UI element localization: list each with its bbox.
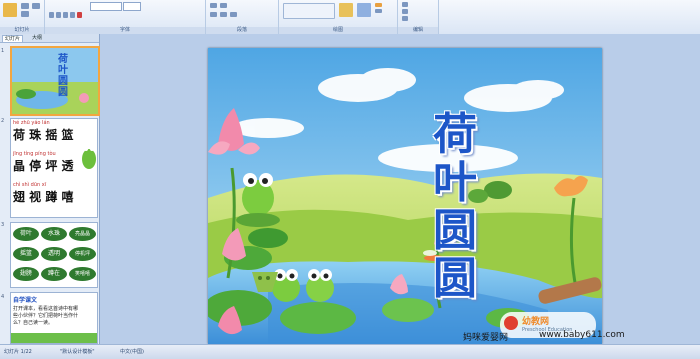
- char-row: 荷 珠 摇 篮: [13, 128, 74, 142]
- shape-outline-icon[interactable]: [375, 9, 382, 13]
- replace-icon[interactable]: [402, 9, 408, 14]
- watermark-site-name: 妈咪爱婴网: [463, 333, 509, 343]
- slides-panel: 幻灯片 大纲 1 荷叶圆圆 2 hé zhū yáo lán 荷 珠 摇 篮 j…: [0, 34, 100, 344]
- new-slide-icon[interactable]: [3, 3, 17, 17]
- slide-thumbnail-3[interactable]: 荷叶 水珠 亮晶晶 摇篮 透明 停机坪 翅膀 蹲在 笑嘻嘻: [10, 222, 98, 288]
- current-slide[interactable]: 荷 叶 圆 圆 幼教网 Preschool Education: [208, 48, 602, 344]
- delete-slide-icon[interactable]: [32, 3, 40, 9]
- tab-outline[interactable]: 大纲: [30, 35, 44, 41]
- ribbon-group-label: 幻灯片: [0, 27, 44, 34]
- leaf-word: 停机坪: [69, 247, 96, 261]
- find-icon[interactable]: [402, 2, 408, 7]
- reset-icon[interactable]: [21, 11, 29, 17]
- slide-title-char[interactable]: 荷: [430, 112, 480, 158]
- ribbon-group-slides: 幻灯片: [0, 0, 45, 34]
- char-row: 翅 视 蹲 嘻: [13, 190, 74, 204]
- ribbon-group-font: 字体: [45, 0, 206, 34]
- leaf-word: 摇篮: [13, 247, 39, 261]
- slide-number: 3: [1, 222, 5, 228]
- logo-text: 幼教网: [522, 317, 550, 327]
- thumb-4-footer: [11, 333, 97, 343]
- font-size-select[interactable]: [123, 2, 141, 11]
- bold-icon[interactable]: [49, 12, 54, 18]
- shapes-gallery[interactable]: [283, 3, 335, 19]
- slide-title-char[interactable]: 圆: [430, 208, 480, 254]
- bullets-icon[interactable]: [210, 3, 217, 8]
- status-theme: "默认设计模板": [60, 349, 95, 355]
- slide-title-char[interactable]: 圆: [430, 256, 480, 302]
- slide-thumbnail-1[interactable]: 荷叶圆圆: [10, 46, 100, 116]
- slide-canvas[interactable]: 荷 叶 圆 圆 幼教网 Preschool Education: [100, 34, 700, 344]
- thumb-4-line: 打开课本，看看这首诗中有哪: [13, 306, 79, 312]
- numbering-icon[interactable]: [220, 3, 227, 8]
- ribbon-group-label: 字体: [45, 27, 205, 34]
- slide-number: 2: [1, 118, 5, 124]
- leaf-word: 透明: [41, 247, 67, 261]
- quick-styles-icon[interactable]: [357, 3, 371, 17]
- slide-thumbnail-2[interactable]: hé zhū yáo lán 荷 珠 摇 篮 jīng tíng píng tò…: [10, 118, 98, 218]
- ribbon-group-label: 段落: [206, 27, 278, 34]
- frog-icon: [82, 147, 96, 169]
- ribbon-group-drawing: 绘图: [279, 0, 398, 34]
- align-right-icon[interactable]: [230, 12, 237, 17]
- leaf-word: 荷叶: [13, 227, 39, 241]
- layout-icon[interactable]: [21, 3, 29, 9]
- slide-number: 1: [1, 48, 5, 54]
- slide-background-art: [208, 48, 602, 344]
- thumb-1-art: [12, 48, 98, 114]
- slide-title-char[interactable]: 叶: [430, 160, 480, 206]
- apple-logo-icon: [504, 316, 518, 330]
- status-language: 中文(中国): [120, 349, 144, 355]
- slide-number: 4: [1, 294, 5, 300]
- ribbon-group-paragraph: 段落: [206, 0, 279, 34]
- shape-fill-icon[interactable]: [375, 3, 382, 7]
- ribbon-group-editing: 编辑: [398, 0, 439, 34]
- arrange-icon[interactable]: [339, 3, 353, 17]
- underline-icon[interactable]: [63, 12, 68, 18]
- char-row: 晶 停 坪 透: [13, 159, 74, 173]
- thumb-4-line: 么？自己读一读。: [13, 320, 54, 326]
- align-left-icon[interactable]: [210, 12, 217, 17]
- panel-tabs: 幻灯片 大纲: [0, 34, 99, 43]
- italic-icon[interactable]: [56, 12, 61, 18]
- align-center-icon[interactable]: [220, 12, 227, 17]
- strikethrough-icon[interactable]: [70, 12, 75, 18]
- font-family-select[interactable]: [90, 2, 122, 11]
- leaf-word: 亮晶晶: [69, 227, 96, 241]
- leaf-word: 水珠: [41, 227, 67, 241]
- font-color-icon[interactable]: [77, 12, 82, 18]
- thumb-4-heading: 自学课文: [13, 297, 38, 304]
- thumb-1-title: 荷叶圆圆: [58, 54, 68, 98]
- status-slide-info: 幻灯片 1/22: [4, 349, 32, 355]
- ribbon-group-label: 编辑: [398, 27, 438, 34]
- watermark-url: www.baby611.com: [539, 330, 625, 340]
- leaf-word: 蹲在: [41, 267, 67, 281]
- tab-slides[interactable]: 幻灯片: [2, 35, 24, 43]
- select-icon[interactable]: [402, 16, 408, 21]
- ribbon-group-label: 绘图: [279, 27, 397, 34]
- leaf-word: 翅膀: [13, 267, 39, 281]
- ribbon: 幻灯片 字体 段落 绘图 编辑: [0, 0, 700, 35]
- leaf-word: 笑嘻嘻: [69, 267, 96, 281]
- status-bar: 幻灯片 1/22 "默认设计模板" 中文(中国): [0, 344, 700, 359]
- slide-thumbnail-4[interactable]: 自学课文 打开课本，看看这首诗中有哪 些小伙伴？它们把荷叶当作什 么？自己读一读…: [10, 292, 98, 344]
- thumb-4-line: 些小伙伴？它们把荷叶当作什: [13, 313, 79, 319]
